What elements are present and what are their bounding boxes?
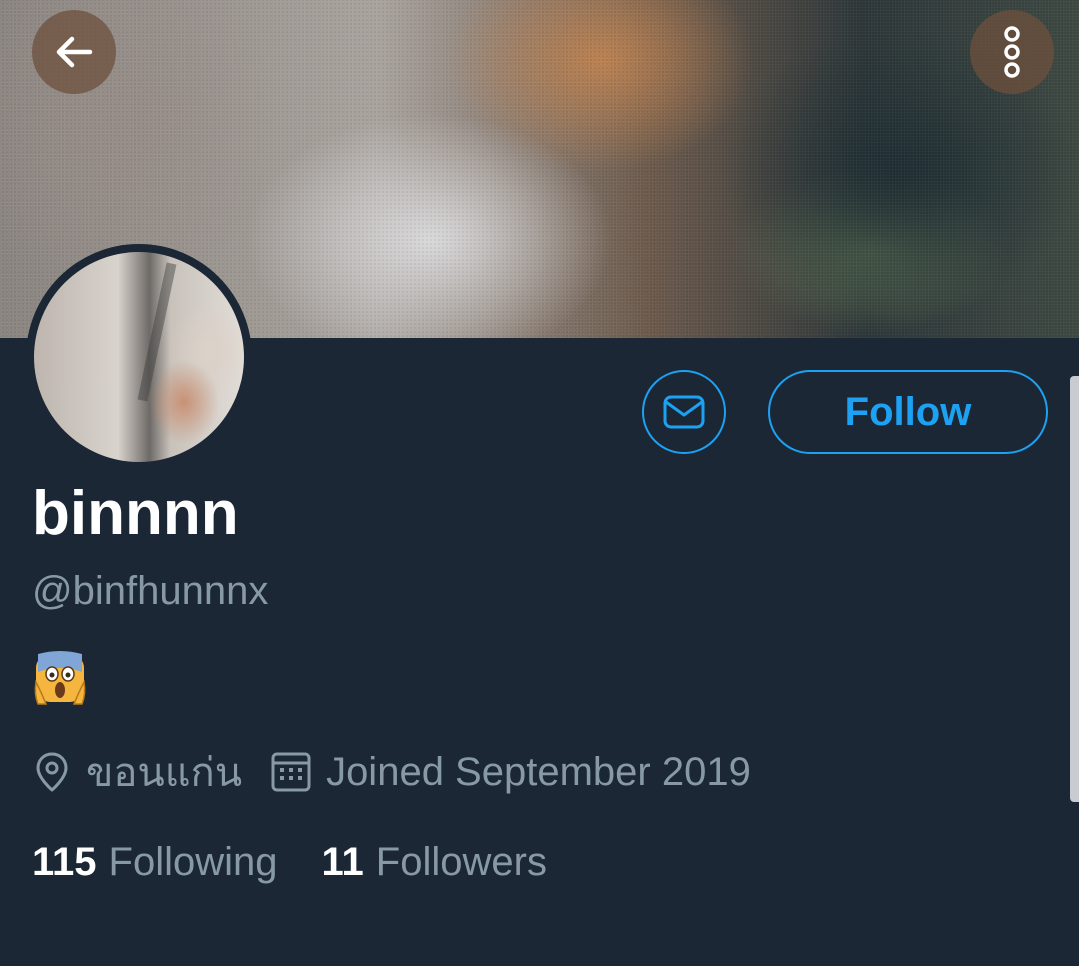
followers-label: Followers bbox=[375, 839, 547, 884]
profile-meta: ขอนแก่น Joined September 2019 bbox=[32, 744, 779, 800]
arrow-left-icon bbox=[56, 36, 93, 68]
user-handle: @binfhunnnx bbox=[32, 569, 269, 613]
face-screaming-in-fear-icon bbox=[34, 651, 86, 705]
more-vertical-icon bbox=[1004, 26, 1020, 78]
location-pin-icon bbox=[32, 750, 72, 794]
back-button[interactable] bbox=[32, 10, 116, 94]
bio bbox=[32, 650, 88, 706]
scrollbar[interactable] bbox=[1070, 376, 1079, 802]
location-text: ขอนแก่น bbox=[86, 751, 243, 795]
follow-stats: 115 Following 11 Followers bbox=[32, 834, 591, 890]
following-link[interactable]: 115 Following bbox=[32, 840, 278, 885]
following-count: 115 bbox=[32, 839, 97, 884]
following-label: Following bbox=[108, 839, 278, 884]
more-options-button[interactable] bbox=[970, 10, 1054, 94]
message-button[interactable] bbox=[642, 370, 726, 454]
follow-button[interactable]: Follow bbox=[768, 370, 1048, 454]
joined-date: Joined September 2019 bbox=[326, 749, 751, 794]
followers-count: 11 bbox=[321, 839, 364, 884]
display-name: binnnn bbox=[32, 479, 239, 548]
calendar-icon bbox=[270, 751, 312, 793]
avatar[interactable] bbox=[26, 244, 252, 470]
avatar-image bbox=[34, 252, 244, 462]
envelope-icon bbox=[663, 395, 705, 429]
followers-link[interactable]: 11 Followers bbox=[322, 840, 547, 885]
